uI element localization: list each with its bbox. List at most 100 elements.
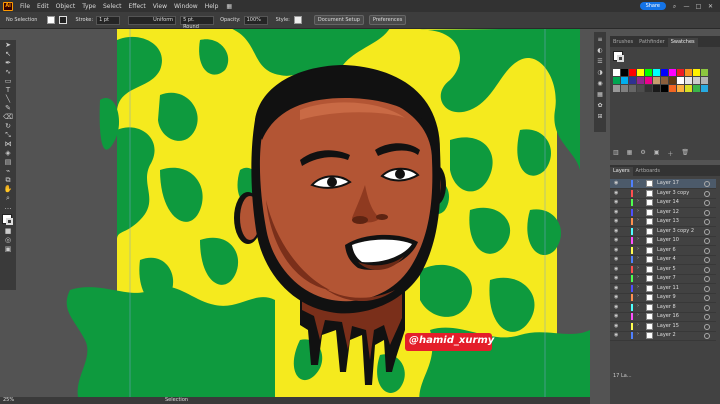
expand-chevron-icon[interactable]: › bbox=[637, 236, 639, 242]
layer-target-icon[interactable] bbox=[704, 209, 710, 216]
layer-row[interactable]: ◉ › Layer 13 bbox=[610, 217, 716, 227]
color-swatch[interactable] bbox=[645, 77, 652, 84]
color-panel-icon[interactable]: ◐ bbox=[596, 47, 604, 54]
document-setup-button[interactable]: Document Setup bbox=[313, 15, 364, 25]
width-tool-icon[interactable]: ⋈ bbox=[3, 141, 13, 148]
color-swatch[interactable] bbox=[653, 85, 660, 92]
tab-artboards[interactable]: Artboards bbox=[633, 167, 663, 176]
layer-name[interactable]: Layer 7 bbox=[657, 275, 676, 281]
shape-builder-tool-icon[interactable]: ◈ bbox=[3, 150, 13, 157]
color-swatch[interactable] bbox=[629, 69, 636, 76]
hand-tool-icon[interactable]: ✋ bbox=[3, 186, 13, 193]
color-swatch[interactable] bbox=[637, 77, 644, 84]
color-swatch[interactable] bbox=[701, 69, 708, 76]
visibility-eye-icon[interactable]: ◉ bbox=[614, 332, 618, 338]
fill-stroke-control[interactable] bbox=[2, 214, 14, 226]
layer-name[interactable]: Layer 5 bbox=[657, 266, 676, 272]
expand-chevron-icon[interactable]: › bbox=[637, 274, 639, 280]
menu-effect[interactable]: Effect bbox=[129, 3, 146, 10]
visibility-eye-icon[interactable]: ◉ bbox=[614, 218, 618, 224]
color-swatch[interactable] bbox=[645, 69, 652, 76]
layer-name[interactable]: Layer 13 bbox=[657, 218, 679, 224]
rectangle-tool-icon[interactable]: ▭ bbox=[3, 78, 13, 85]
color-swatch[interactable] bbox=[661, 85, 668, 92]
layer-row[interactable]: ◉ › Layer 6 bbox=[610, 246, 716, 256]
draw-mode-icon[interactable]: ◎ bbox=[3, 237, 13, 244]
layer-name[interactable]: Layer 17 bbox=[657, 180, 679, 186]
delete-swatch-icon[interactable]: 🗑 bbox=[681, 149, 689, 158]
color-swatch[interactable] bbox=[645, 85, 652, 92]
layer-target-icon[interactable] bbox=[704, 181, 710, 187]
color-swatch[interactable] bbox=[661, 77, 668, 84]
visibility-eye-icon[interactable]: ◉ bbox=[614, 294, 618, 300]
layer-name[interactable]: Layer 16 bbox=[657, 313, 679, 319]
layer-row[interactable]: ◉ › Layer 8 bbox=[610, 303, 716, 313]
layer-target-icon[interactable] bbox=[704, 238, 710, 244]
expand-chevron-icon[interactable]: › bbox=[637, 208, 639, 214]
visibility-eye-icon[interactable]: ◉ bbox=[614, 285, 618, 291]
stroke-mini-icon[interactable] bbox=[617, 55, 624, 62]
color-mode-icon[interactable]: ■ bbox=[3, 228, 13, 235]
layer-name[interactable]: Layer 8 bbox=[657, 304, 676, 310]
visibility-eye-icon[interactable]: ◉ bbox=[614, 237, 618, 243]
menu-select[interactable]: Select bbox=[103, 3, 122, 10]
color-swatch[interactable] bbox=[661, 69, 668, 76]
visibility-eye-icon[interactable]: ◉ bbox=[614, 266, 618, 272]
layer-target-icon[interactable] bbox=[704, 295, 710, 301]
color-swatch[interactable] bbox=[621, 77, 628, 84]
expand-chevron-icon[interactable]: › bbox=[637, 265, 639, 271]
pencil-tool-icon[interactable]: ✎ bbox=[3, 105, 13, 112]
expand-chevron-icon[interactable]: › bbox=[637, 255, 639, 261]
expand-chevron-icon[interactable]: › bbox=[637, 303, 639, 309]
brush-definition[interactable]: 5 pt. Round bbox=[180, 15, 215, 30]
eraser-tool-icon[interactable]: ⌫ bbox=[3, 114, 13, 121]
align-panel-icon[interactable]: ⊞ bbox=[596, 113, 604, 120]
layer-row[interactable]: ◉ › Layer 2 bbox=[610, 331, 716, 341]
layer-target-icon[interactable] bbox=[704, 190, 710, 197]
expand-chevron-icon[interactable]: › bbox=[637, 217, 639, 223]
expand-chevron-icon[interactable]: › bbox=[637, 189, 639, 195]
menu-help[interactable]: Help bbox=[205, 3, 219, 10]
layer-row[interactable]: ◉ › Layer 7 bbox=[610, 274, 716, 284]
menu-type[interactable]: Type bbox=[82, 3, 96, 10]
color-swatch[interactable] bbox=[701, 85, 708, 92]
tab-pathfinder[interactable]: Pathfinder bbox=[636, 38, 668, 47]
color-swatch[interactable] bbox=[685, 69, 692, 76]
layer-target-icon[interactable] bbox=[704, 257, 710, 263]
stroke-weight-field[interactable]: 1 pt bbox=[96, 15, 121, 25]
zoom-tool-icon[interactable]: ⌕ bbox=[3, 195, 13, 202]
layer-row[interactable]: ◉ › Layer 3 copy 2 bbox=[610, 227, 716, 237]
layer-target-icon[interactable] bbox=[704, 200, 710, 206]
expand-chevron-icon[interactable]: › bbox=[637, 312, 639, 318]
layer-row[interactable]: ◉ › Layer 4 bbox=[610, 255, 716, 265]
layer-target-icon[interactable] bbox=[704, 304, 710, 311]
layer-target-icon[interactable] bbox=[704, 266, 710, 273]
tab-layers[interactable]: Layers bbox=[610, 167, 633, 176]
layer-target-icon[interactable] bbox=[704, 247, 710, 254]
opacity-field[interactable]: 100% bbox=[243, 15, 268, 25]
layer-row[interactable]: ◉ › Layer 11 bbox=[610, 284, 716, 294]
layer-target-icon[interactable] bbox=[704, 228, 710, 235]
maximize-icon[interactable]: □ bbox=[695, 3, 702, 10]
search-icon[interactable]: ⌕ bbox=[671, 3, 678, 10]
swatch-options-icon[interactable]: ⚙ bbox=[640, 149, 645, 158]
color-swatch[interactable] bbox=[653, 77, 660, 84]
visibility-eye-icon[interactable]: ◉ bbox=[614, 304, 618, 310]
layer-row[interactable]: ◉ › Layer 9 bbox=[610, 293, 716, 303]
minimize-icon[interactable]: — bbox=[683, 3, 690, 10]
expand-chevron-icon[interactable]: › bbox=[637, 331, 639, 337]
layer-row[interactable]: ◉ › Layer 15 bbox=[610, 322, 716, 332]
layer-row[interactable]: ◉ › Layer 17 bbox=[610, 179, 716, 189]
color-swatch[interactable] bbox=[693, 85, 700, 92]
color-swatch[interactable] bbox=[669, 85, 676, 92]
appearance-panel-icon[interactable]: ◉ bbox=[596, 80, 604, 87]
visibility-eye-icon[interactable]: ◉ bbox=[614, 323, 618, 329]
layer-row[interactable]: ◉ › Layer 12 bbox=[610, 208, 716, 218]
layer-name[interactable]: Layer 11 bbox=[657, 285, 679, 291]
color-swatch[interactable] bbox=[637, 85, 644, 92]
tab-swatches[interactable]: Swatches bbox=[667, 38, 698, 47]
layer-name[interactable]: Layer 2 bbox=[657, 332, 676, 338]
edit-toolbar-icon[interactable]: … bbox=[3, 204, 13, 211]
visibility-eye-icon[interactable]: ◉ bbox=[614, 313, 618, 319]
new-color-group-icon[interactable]: ▣ bbox=[654, 149, 660, 158]
